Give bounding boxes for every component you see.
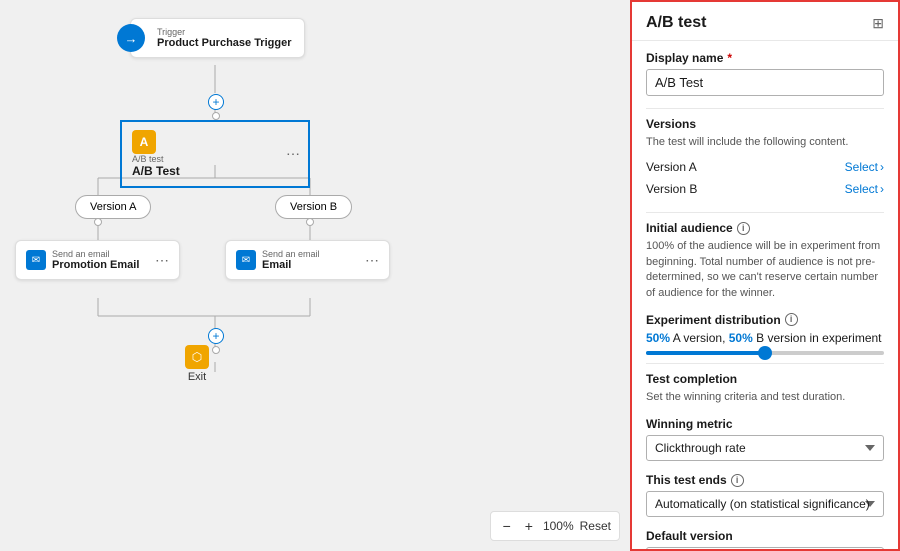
slider-track: [646, 351, 884, 355]
test-ends-label: This test ends i: [646, 473, 884, 487]
panel-header: A/B test ⊞: [632, 2, 898, 41]
version-b-row: Version B Select ›: [646, 178, 884, 200]
ab-text: A/B test A/B Test: [132, 154, 298, 178]
distribution-slider[interactable]: [646, 351, 884, 355]
connector-dot-1: [212, 112, 220, 120]
zoom-in-button[interactable]: +: [521, 516, 537, 536]
panel-body: Display name * Versions The test will in…: [632, 41, 898, 549]
email-a-icon: ✉: [26, 250, 46, 270]
right-panel: A/B test ⊞ Display name * Versions The t…: [630, 0, 900, 551]
default-version-label: Default version: [646, 529, 884, 543]
initial-audience-desc: 100% of the audience will be in experime…: [646, 239, 884, 301]
default-version-group: Default version Version A If there's no …: [646, 529, 884, 549]
dist-description: 50% A version, 50% B version in experime…: [646, 331, 884, 345]
initial-audience-label: Initial audience i: [646, 221, 884, 235]
exit-label: Exit: [188, 371, 206, 383]
email-b-node[interactable]: ✉ Send an email Email ⋯: [225, 240, 390, 280]
zoom-out-button[interactable]: −: [499, 516, 515, 536]
initial-audience-group: Initial audience i 100% of the audience …: [646, 221, 884, 301]
connector-dot-4: [212, 346, 220, 354]
experiment-dist-label: Experiment distribution i: [646, 313, 884, 327]
trigger-content: Trigger Product Purchase Trigger: [157, 27, 291, 49]
winning-metric-select[interactable]: Clickthrough rate: [646, 435, 884, 461]
email-a-node[interactable]: ✉ Send an email Promotion Email ⋯: [15, 240, 180, 280]
test-ends-select[interactable]: Automatically (on statistical significan…: [646, 491, 884, 517]
exit-node[interactable]: ⬡ Exit: [185, 345, 209, 383]
version-b-node[interactable]: Version B: [275, 195, 352, 219]
panel-title: A/B test: [646, 14, 706, 32]
trigger-icon: →: [117, 24, 145, 52]
email-a-menu[interactable]: ⋯: [155, 252, 169, 269]
panel-expand-icon[interactable]: ⊞: [872, 15, 884, 32]
add-node-button-2[interactable]: +: [208, 328, 224, 344]
test-completion-desc: Set the winning criteria and test durati…: [646, 390, 884, 405]
divider-1: [646, 108, 884, 109]
version-b-select[interactable]: Select ›: [845, 182, 884, 196]
email-b-content: Send an email Email: [262, 249, 320, 271]
test-ends-info-icon[interactable]: i: [731, 474, 744, 487]
default-version-select[interactable]: Version A: [646, 547, 884, 549]
slider-fill: [646, 351, 765, 355]
experiment-dist-info-icon[interactable]: i: [785, 313, 798, 326]
reset-button[interactable]: Reset: [580, 519, 611, 533]
zoom-level: 100%: [543, 519, 574, 533]
display-name-input[interactable]: [646, 69, 884, 96]
connector-dot-2: [94, 218, 102, 226]
zoom-toolbar: − + 100% Reset: [490, 511, 620, 541]
version-a-row: Version A Select ›: [646, 156, 884, 178]
trigger-node[interactable]: → Trigger Product Purchase Trigger: [130, 18, 305, 58]
exit-icon: ⬡: [185, 345, 209, 369]
winning-metric-label: Winning metric: [646, 417, 884, 431]
display-name-label: Display name *: [646, 51, 884, 65]
version-a-node[interactable]: Version A: [75, 195, 151, 219]
version-a-label: Version A: [646, 160, 697, 174]
trigger-label: Trigger: [157, 27, 291, 37]
experiment-dist-group: Experiment distribution i 50% A version,…: [646, 313, 884, 355]
ab-test-node[interactable]: A A/B test A/B Test ⋯: [120, 120, 310, 188]
add-node-button-1[interactable]: +: [208, 94, 224, 110]
slider-thumb[interactable]: [758, 346, 772, 360]
email-a-content: Send an email Promotion Email: [52, 249, 139, 271]
connector-dot-3: [306, 218, 314, 226]
winning-metric-group: Winning metric Clickthrough rate: [646, 417, 884, 461]
email-b-menu[interactable]: ⋯: [365, 252, 379, 269]
test-completion-label: Test completion: [646, 372, 884, 386]
test-ends-group: This test ends i Automatically (on stati…: [646, 473, 884, 517]
versions-label: Versions: [646, 117, 884, 131]
display-name-group: Display name *: [646, 51, 884, 96]
canvas-area: → Trigger Product Purchase Trigger + A A…: [0, 0, 630, 551]
version-a-select[interactable]: Select ›: [845, 160, 884, 174]
ab-node-menu[interactable]: ⋯: [286, 146, 300, 163]
email-b-icon: ✉: [236, 250, 256, 270]
divider-2: [646, 212, 884, 213]
version-b-label: Version B: [646, 182, 697, 196]
ab-icon: A: [132, 130, 156, 154]
test-completion-group: Test completion Set the winning criteria…: [646, 372, 884, 405]
initial-audience-info-icon[interactable]: i: [737, 222, 750, 235]
versions-desc: The test will include the following cont…: [646, 135, 884, 150]
trigger-name: Product Purchase Trigger: [157, 37, 291, 49]
versions-group: Versions The test will include the follo…: [646, 117, 884, 200]
divider-3: [646, 363, 884, 364]
